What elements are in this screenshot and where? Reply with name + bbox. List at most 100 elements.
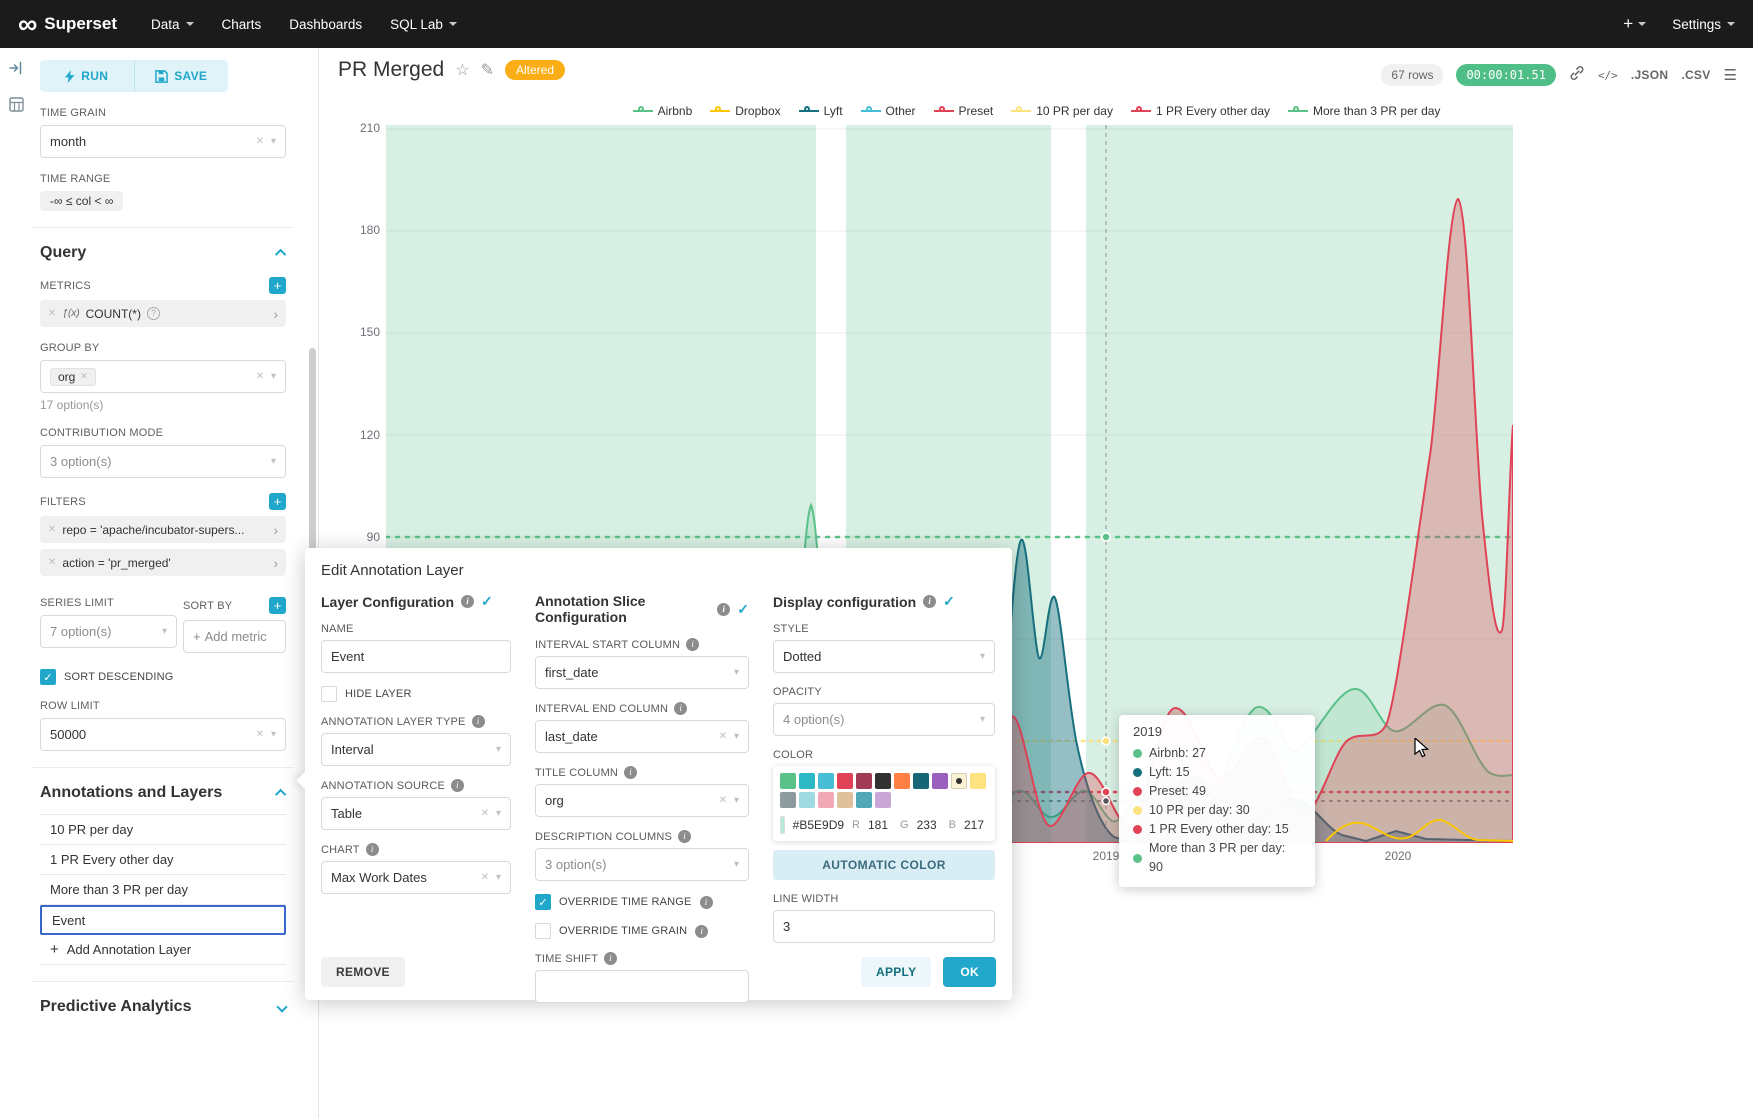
color-swatch[interactable] [856,792,872,808]
clear-icon[interactable]: ✕ [481,872,489,883]
filter-chip[interactable]: ✕ action = 'pr_merged' › [40,549,286,576]
annotations-section-header[interactable]: Annotations and Layers [40,784,286,802]
description-columns-select[interactable]: 3 option(s) ▾ [535,848,749,881]
color-swatch[interactable] [780,792,796,808]
nav-item-data[interactable]: Data [151,17,194,32]
export-json-button[interactable]: .JSON [1631,68,1669,82]
interval-start-column-select[interactable]: first_date ▾ [535,656,749,689]
annotation-layer-item-selected[interactable]: Event [40,905,286,935]
checkbox-checked-icon[interactable]: ✓ [535,894,551,910]
legend-item[interactable]: Preset [934,104,994,118]
group-by-select[interactable]: org✕ ✕▾ [40,360,286,393]
info-icon[interactable]: i [695,925,708,938]
remove-icon[interactable]: ✕ [48,308,56,319]
color-swatch[interactable] [818,773,834,789]
nav-item-dashboards[interactable]: Dashboards [289,17,362,32]
embed-code-icon[interactable]: </> [1598,69,1618,82]
color-swatch[interactable] [780,773,796,789]
info-icon[interactable]: i [472,715,485,728]
time-range-chip[interactable]: -∞ ≤ col < ∞ [40,191,123,211]
interval-end-column-select[interactable]: last_date ✕▾ [535,720,749,753]
checkbox-checked-icon[interactable]: ✓ [40,669,56,685]
hide-layer-checkbox[interactable]: HIDE LAYER [321,686,511,702]
clear-icon[interactable]: ✕ [256,371,264,382]
title-column-select[interactable]: org ✕▾ [535,784,749,817]
filter-chip[interactable]: ✕ repo = 'apache/incubator-supers... › [40,516,286,543]
color-swatch[interactable] [818,792,834,808]
name-input[interactable] [321,640,511,673]
sort-by-select[interactable]: +Add metric [183,620,286,653]
edit-pencil-icon[interactable]: ✎ [481,60,494,80]
legend-item[interactable]: Airbnb [633,104,693,118]
line-width-input[interactable] [773,910,995,943]
apply-button[interactable]: APPLY [861,957,931,987]
info-icon[interactable]: i [686,638,699,651]
clear-icon[interactable]: ✕ [481,808,489,819]
automatic-color-button[interactable]: AUTOMATIC COLOR [773,850,995,880]
color-swatch[interactable] [913,773,929,789]
nav-item-charts[interactable]: Charts [222,17,262,32]
clear-icon[interactable]: ✕ [256,136,264,147]
g-value[interactable]: 233 [917,818,937,832]
copy-link-icon[interactable] [1569,65,1585,86]
superset-logo[interactable]: ∞ Superset [18,11,117,38]
remove-icon[interactable]: ✕ [48,557,56,568]
b-value[interactable]: 217 [964,818,984,832]
color-swatch[interactable] [970,773,986,789]
nav-item-sqllab[interactable]: SQL Lab [390,17,457,32]
collapse-panel-icon[interactable] [8,60,24,81]
hex-value[interactable]: #B5E9D9 [793,818,844,832]
info-icon[interactable]: i [451,779,464,792]
legend-item[interactable]: Other [861,104,916,118]
color-swatch[interactable] [837,773,853,789]
info-icon[interactable]: i [717,603,730,616]
color-swatch[interactable] [856,773,872,789]
add-annotation-layer-button[interactable]: + Add Annotation Layer [40,935,286,965]
sort-descending-checkbox[interactable]: ✓ SORT DESCENDING [40,669,286,685]
metric-chip[interactable]: ✕ ƒ(x) COUNT(*) ? › [40,300,286,327]
ok-button[interactable]: OK [943,957,996,987]
contribution-mode-select[interactable]: 3 option(s) ▾ [40,445,286,478]
color-swatch[interactable] [799,773,815,789]
info-icon[interactable]: i [461,595,474,608]
checkbox-unchecked-icon[interactable] [321,686,337,702]
add-filter-button[interactable]: + [269,493,286,510]
color-swatch[interactable] [799,792,815,808]
add-metric-button[interactable]: + [269,277,286,294]
favorite-star-icon[interactable]: ☆ [455,60,469,80]
export-csv-button[interactable]: .CSV [1681,68,1710,82]
query-section-header[interactable]: Query [40,244,286,262]
add-sort-metric-button[interactable]: + [269,597,286,614]
annotation-layer-item[interactable]: More than 3 PR per day [40,875,286,905]
checkbox-unchecked-icon[interactable] [535,923,551,939]
annotation-layer-item[interactable]: 1 PR Every other day [40,845,286,875]
color-swatch[interactable] [932,773,948,789]
run-button[interactable]: RUN [40,60,134,92]
info-icon[interactable]: i [366,843,379,856]
info-icon[interactable]: i [678,830,691,843]
new-menu-button[interactable]: + [1623,14,1646,34]
annotation-layer-type-select[interactable]: Interval ▾ [321,733,511,766]
legend-item[interactable]: Lyft [799,104,843,118]
r-value[interactable]: 181 [868,818,888,832]
style-select[interactable]: Dotted ▾ [773,640,995,673]
time-shift-input[interactable] [535,970,749,1003]
clear-icon[interactable]: ✕ [719,795,727,806]
color-swatch[interactable] [894,773,910,789]
annotation-source-select[interactable]: Table ✕▾ [321,797,511,830]
annotation-layer-item[interactable]: 10 PR per day [40,815,286,845]
legend-item[interactable]: More than 3 PR per day [1288,104,1440,118]
override-time-grain-checkbox[interactable]: OVERRIDE TIME GRAIN i [535,923,749,939]
row-limit-select[interactable]: 50000 ✕▾ [40,718,286,751]
settings-menu[interactable]: Settings [1672,17,1735,32]
legend-item[interactable]: 1 PR Every other day [1131,104,1270,118]
color-swatch-selected[interactable] [951,773,967,789]
save-button[interactable]: SAVE [135,60,229,92]
clear-icon[interactable]: ✕ [256,729,264,740]
info-icon[interactable]: i [604,952,617,965]
series-limit-select[interactable]: 7 option(s) ▾ [40,615,177,648]
dataset-grid-icon[interactable] [9,97,24,117]
color-swatch[interactable] [837,792,853,808]
remove-tag-icon[interactable]: ✕ [80,371,88,382]
override-time-range-checkbox[interactable]: ✓ OVERRIDE TIME RANGE i [535,894,749,910]
